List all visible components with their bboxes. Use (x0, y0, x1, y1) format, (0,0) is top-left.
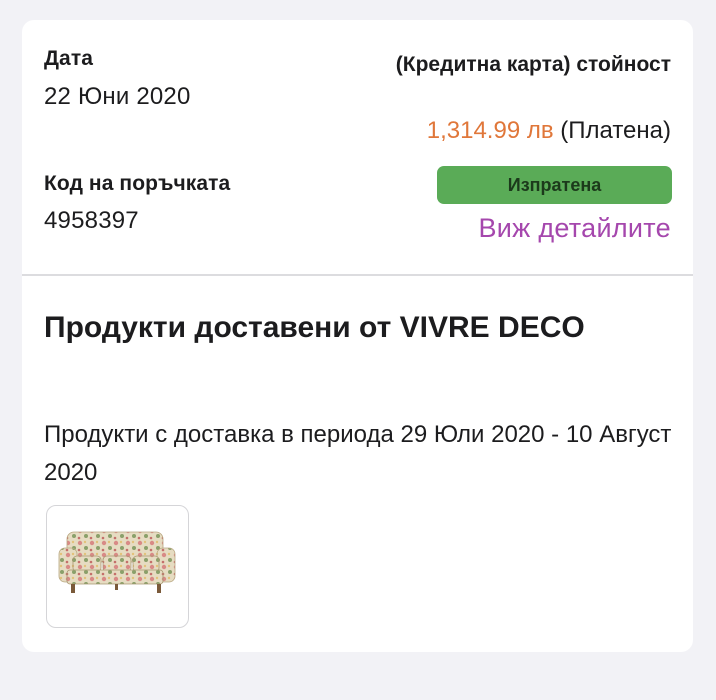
section-divider (22, 274, 693, 276)
product-thumbnail[interactable] (46, 505, 189, 628)
view-details-link[interactable]: Виж детайлите (478, 213, 671, 244)
order-card: Дата 22 Юни 2020 Код на поръчката 495839… (22, 20, 693, 652)
payment-status: (Платена) (560, 117, 671, 144)
order-code-label: Код на поръчката (44, 172, 231, 195)
floral-sofa-thumbnail (58, 531, 176, 593)
order-amount-line: 1,314.99 лв (Платена) (427, 117, 671, 145)
shipping-status-badge: Изпратена (437, 166, 672, 204)
order-amount: 1,314.99 лв (426, 117, 554, 144)
order-date-label: Дата (44, 47, 94, 70)
order-summary: Дата 22 Юни 2020 Код на поръчката 495839… (22, 20, 693, 274)
order-date-value: 22 Юни 2020 (44, 83, 191, 110)
payment-method-label: (Кредитна карта) стойност (395, 53, 671, 76)
delivery-period-note: Продукти с доставка в периода 29 Юли 202… (44, 421, 672, 486)
delivery-section-title: Продукти доставени от VIVRE DECO (44, 311, 585, 344)
order-code-value: 4958397 (44, 207, 139, 234)
